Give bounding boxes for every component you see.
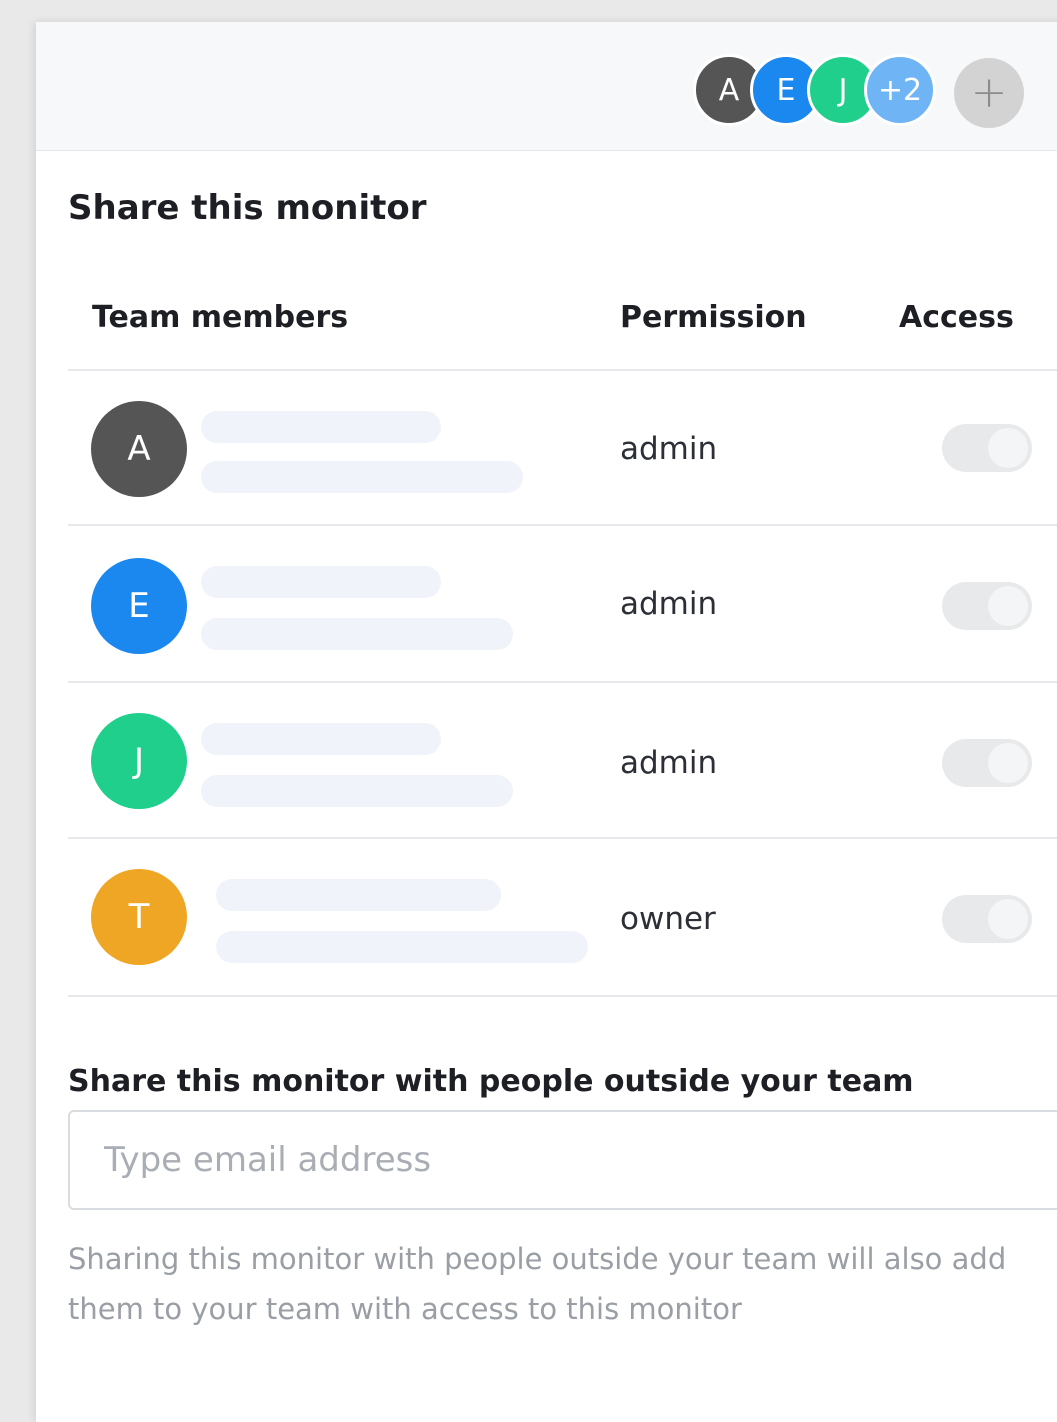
toggle-knob: [988, 899, 1028, 939]
panel-header: A E J +2 +: [36, 22, 1057, 151]
plus-icon: +: [970, 67, 1008, 118]
permission-label: admin: [620, 745, 718, 781]
email-placeholder: [201, 461, 523, 493]
add-member-button[interactable]: +: [954, 58, 1024, 128]
table-row: E admin: [68, 524, 1057, 683]
more-members-badge: +2: [864, 54, 936, 126]
access-toggle[interactable]: [942, 582, 1032, 630]
column-header-members: Team members: [92, 300, 349, 335]
permission-label: owner: [620, 901, 716, 937]
table-row: J admin: [68, 681, 1057, 839]
toggle-knob: [988, 586, 1028, 626]
email-placeholder: [201, 618, 513, 650]
email-field[interactable]: [68, 1110, 1057, 1210]
share-panel: A E J +2 + Share this monitor Team membe…: [36, 22, 1057, 1422]
page-title: Share this monitor: [68, 188, 427, 228]
email-placeholder: [216, 931, 588, 963]
name-placeholder: [201, 723, 441, 755]
name-placeholder: [201, 411, 441, 443]
avatar: A: [91, 401, 187, 497]
help-text: Sharing this monitor with people outside…: [68, 1242, 1007, 1326]
table-row: T owner: [68, 837, 1057, 997]
access-toggle[interactable]: [942, 739, 1032, 787]
permission-label: admin: [620, 586, 718, 622]
avatar: T: [91, 869, 187, 965]
table-row: A admin: [68, 369, 1057, 526]
name-placeholder: [216, 879, 501, 911]
permission-label: admin: [620, 431, 718, 467]
name-placeholder: [201, 566, 441, 598]
avatar: J: [91, 713, 187, 809]
toggle-knob: [988, 743, 1028, 783]
access-toggle[interactable]: [942, 424, 1032, 472]
toggle-knob: [988, 428, 1028, 468]
avatar: E: [91, 558, 187, 654]
email-placeholder: [201, 775, 513, 807]
column-header-permission: Permission: [620, 300, 807, 335]
external-share-title: Share this monitor with people outside y…: [68, 1064, 914, 1099]
column-header-access: Access: [899, 300, 1014, 335]
access-toggle[interactable]: [942, 895, 1032, 943]
